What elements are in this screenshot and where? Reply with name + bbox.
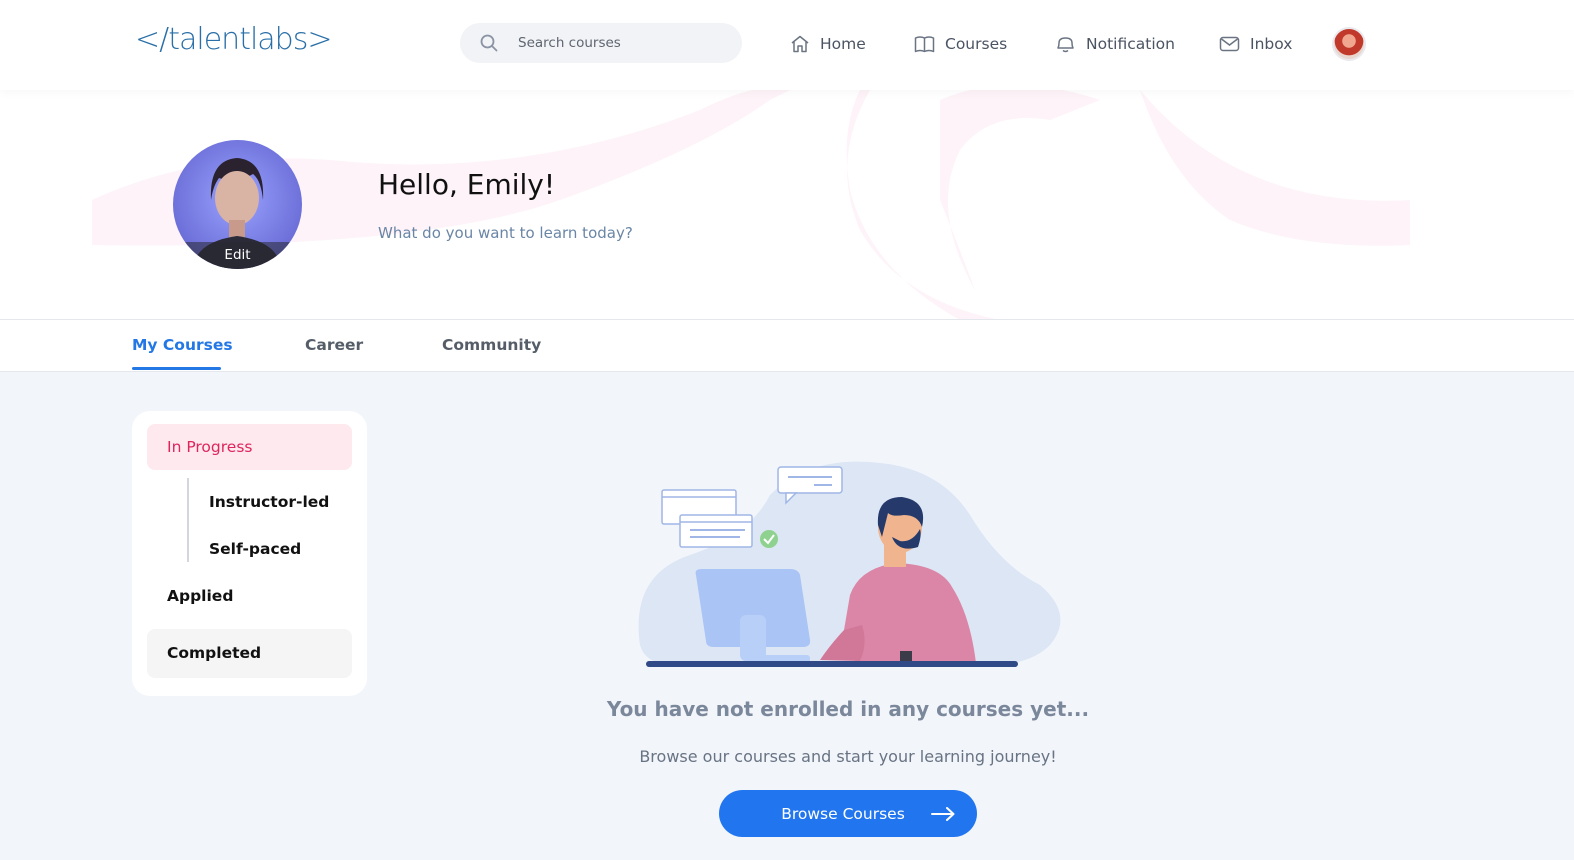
tab-community[interactable]: Community [442, 336, 541, 354]
tab-my-courses[interactable]: My Courses [132, 336, 233, 354]
empty-state-illustration [638, 461, 1061, 667]
talentlabs-logo[interactable]: </talentlabs> [135, 22, 332, 57]
nav-courses[interactable]: Courses [914, 32, 1007, 56]
nav-home[interactable]: Home [790, 32, 866, 56]
profile-hero: Edit Hello, Emily! What do you want to l… [0, 90, 1574, 320]
profile-photo: Edit [173, 140, 302, 269]
mail-icon [1219, 36, 1240, 52]
search-bar[interactable] [460, 23, 742, 63]
course-filter-card: In Progress Instructor-led Self-paced Ap… [132, 411, 367, 696]
empty-state-title: You have not enrolled in any courses yet… [606, 697, 1090, 721]
search-icon [480, 34, 498, 52]
desk [646, 661, 1018, 667]
greeting-subtitle: What do you want to learn today? [378, 224, 633, 242]
browse-courses-label: Browse Courses [781, 804, 905, 823]
nav-courses-label: Courses [945, 35, 1008, 53]
search-input[interactable] [518, 23, 718, 63]
sub-filter-divider [187, 478, 189, 562]
tab-career[interactable]: Career [305, 336, 363, 354]
nav-inbox[interactable]: Inbox [1219, 32, 1292, 56]
book-icon [914, 36, 935, 53]
filter-completed[interactable]: Completed [147, 629, 352, 678]
filter-applied[interactable]: Applied [147, 573, 352, 619]
filter-instructor-led[interactable]: Instructor-led [209, 493, 329, 511]
top-navigation-bar: </talentlabs> Home Courses Notification … [0, 0, 1574, 90]
nav-home-label: Home [820, 35, 866, 53]
home-icon [791, 35, 809, 53]
browse-courses-button[interactable]: Browse Courses [719, 790, 977, 837]
filter-self-paced[interactable]: Self-paced [209, 540, 301, 558]
browser-windows [661, 489, 753, 548]
nav-inbox-label: Inbox [1250, 35, 1293, 53]
edit-photo-button[interactable]: Edit [173, 242, 302, 269]
greeting-heading: Hello, Emily! [378, 168, 556, 201]
section-tabs: My Courses Career Community [0, 320, 1574, 372]
nav-notification-label: Notification [1086, 35, 1175, 53]
bell-icon [1057, 37, 1074, 53]
nav-notification[interactable]: Notification [1055, 32, 1175, 56]
filter-in-progress[interactable]: In Progress [147, 424, 352, 470]
active-tab-indicator [132, 367, 221, 370]
user-avatar[interactable] [1332, 27, 1366, 61]
check-badge-icon [760, 530, 778, 548]
empty-state-subtitle: Browse our courses and start your learni… [639, 747, 1057, 766]
arrow-right-icon [930, 806, 955, 821]
